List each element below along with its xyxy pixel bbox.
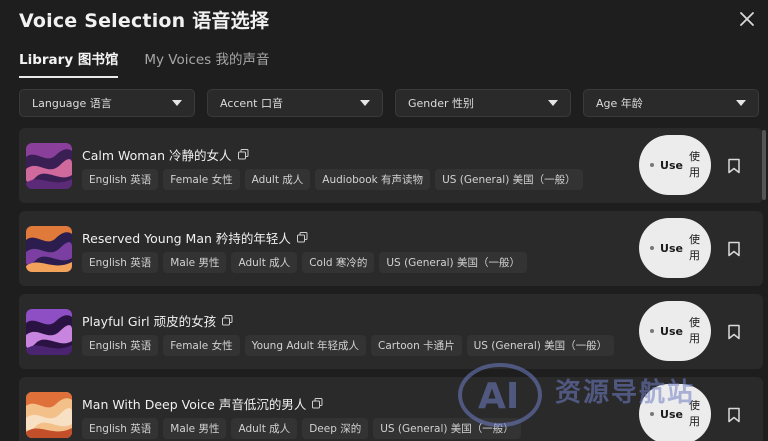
dot-icon: [650, 329, 655, 333]
use-label-cn-1: 使: [688, 233, 700, 246]
voice-tag: Cold 寒冷的: [302, 252, 375, 273]
voice-thumbnail: [26, 143, 72, 189]
voice-name-text: Calm Woman 冷静的女人: [82, 148, 232, 163]
use-label-cn-1: 使: [688, 150, 700, 163]
voice-name: Reserved Young Man 矜持的年轻人: [82, 228, 308, 247]
filter-label: Age 年龄: [596, 97, 643, 110]
voice-card[interactable]: Reserved Young Man 矜持的年轻人 English 英语 Male…: [19, 211, 763, 286]
voice-tag: US (General) 美国（一般）: [435, 169, 583, 190]
filter-label: Accent 口音: [220, 97, 283, 110]
copy-icon[interactable]: [312, 398, 323, 409]
voice-tag: Cartoon 卡通片: [371, 335, 462, 356]
voice-tag: English 英语: [82, 418, 159, 439]
voice-tag: Male 男性: [163, 418, 227, 439]
use-label: Use: [660, 241, 683, 255]
voice-tag: US (General) 美国（一般）: [379, 252, 527, 273]
scrollbar[interactable]: [762, 130, 766, 200]
use-label-cn-2: 用: [688, 415, 700, 428]
dialog-header: Voice Selection 语音选择: [19, 6, 768, 36]
gender-filter-dropdown[interactable]: Gender 性别: [395, 89, 571, 117]
dot-icon: [650, 163, 655, 167]
copy-icon[interactable]: [296, 232, 308, 243]
tab-my-voices[interactable]: My Voices 我的声音: [144, 48, 269, 78]
voice-tag: Adult 成人: [231, 418, 298, 439]
voice-card[interactable]: Calm Woman 冷静的女人 English 英语 Female 女性 Adul…: [19, 128, 763, 203]
tab-bar: Library 图书馆 My Voices 我的声音: [19, 48, 270, 78]
voice-tag: Female 女性: [163, 335, 240, 356]
use-label-cn: 使 用: [689, 398, 700, 430]
use-button[interactable]: Use 使 用: [639, 135, 711, 195]
voice-thumbnail: [26, 309, 72, 355]
voice-tag: English 英语: [82, 169, 159, 190]
use-label: Use: [660, 407, 683, 421]
voice-tag: Audiobook 有声读物: [315, 169, 431, 190]
filter-bar: Language 语言 Accent 口音 Gender 性别 Age 年龄: [19, 89, 759, 117]
accent-filter-dropdown[interactable]: Accent 口音: [207, 89, 383, 117]
chevron-down-icon: [360, 100, 370, 106]
voice-name-text: Man With Deep Voice 声音低沉的男人: [82, 397, 307, 412]
voice-tag: Female 女性: [163, 169, 240, 190]
tab-library[interactable]: Library 图书馆: [19, 48, 119, 78]
voice-thumbnail: [26, 392, 72, 438]
voice-tags: English 英语 Female 女性 Young Adult 年轻成人 Carto…: [82, 335, 615, 356]
filter-label: Gender 性别: [408, 97, 475, 110]
voice-name: Calm Woman 冷静的女人: [82, 145, 249, 164]
copy-icon[interactable]: [237, 149, 249, 160]
voice-list: Calm Woman 冷静的女人 English 英语 Female 女性 Adul…: [19, 128, 763, 441]
language-filter-dropdown[interactable]: Language 语言: [19, 89, 195, 117]
voice-card[interactable]: Playful Girl 顽皮的女孩 English 英语 Female 女性 Yo…: [19, 294, 763, 369]
use-label-cn: 使 用: [689, 149, 700, 181]
dialog-title: Voice Selection 语音选择: [19, 10, 270, 32]
use-label-cn-2: 用: [688, 332, 700, 345]
use-label: Use: [660, 324, 683, 338]
chevron-down-icon: [736, 100, 746, 106]
voice-tag: Young Adult 年轻成人: [244, 335, 367, 356]
use-label-cn-1: 使: [688, 399, 700, 412]
voice-tag: Adult 成人: [231, 252, 298, 273]
voice-name: Man With Deep Voice 声音低沉的男人: [82, 394, 323, 413]
voice-tag: US (General) 美国（一般）: [466, 335, 615, 356]
use-label-cn: 使 用: [689, 315, 700, 347]
voice-name-text: Playful Girl 顽皮的女孩: [82, 314, 217, 329]
voice-tags: English 英语 Female 女性 Adult 成人 Audiobook 有声读…: [82, 169, 583, 190]
chevron-down-icon: [172, 100, 182, 106]
dot-icon: [650, 412, 655, 416]
bookmark-icon[interactable]: [727, 241, 741, 257]
copy-icon[interactable]: [222, 315, 233, 326]
dot-icon: [650, 246, 655, 250]
bookmark-icon[interactable]: [727, 407, 741, 423]
voice-tag: Adult 成人: [244, 169, 311, 190]
close-icon[interactable]: [736, 8, 758, 30]
use-label-cn-1: 使: [688, 316, 700, 329]
voice-tag: US (General) 美国（一般）: [373, 418, 521, 439]
voice-name-text: Reserved Young Man 矜持的年轻人: [82, 231, 291, 246]
bookmark-icon[interactable]: [727, 158, 741, 174]
use-label-cn: 使 用: [689, 232, 700, 264]
voice-card[interactable]: Man With Deep Voice 声音低沉的男人 English 英语 Ma…: [19, 377, 763, 441]
voice-tag: English 英语: [82, 252, 159, 273]
chevron-down-icon: [548, 100, 558, 106]
use-button[interactable]: Use 使 用: [639, 301, 711, 361]
voice-thumbnail: [26, 226, 72, 272]
use-label-cn-2: 用: [688, 249, 700, 262]
voice-tags: English 英语 Male 男性 Adult 成人 Deep 深的 US (Gene…: [82, 418, 521, 439]
age-filter-dropdown[interactable]: Age 年龄: [583, 89, 759, 117]
use-label-cn-2: 用: [688, 166, 700, 179]
voice-tag: Deep 深的: [302, 418, 369, 439]
voice-tag: English 英语: [82, 335, 159, 356]
bookmark-icon[interactable]: [727, 324, 741, 340]
filter-label: Language 语言: [32, 97, 112, 110]
voice-tags: English 英语 Male 男性 Adult 成人 Cold 寒冷的 US (Gen…: [82, 252, 527, 273]
use-label: Use: [660, 158, 683, 172]
voice-name: Playful Girl 顽皮的女孩: [82, 311, 233, 330]
use-button[interactable]: Use 使 用: [639, 384, 711, 441]
voice-tag: Male 男性: [163, 252, 227, 273]
use-button[interactable]: Use 使 用: [639, 218, 711, 278]
